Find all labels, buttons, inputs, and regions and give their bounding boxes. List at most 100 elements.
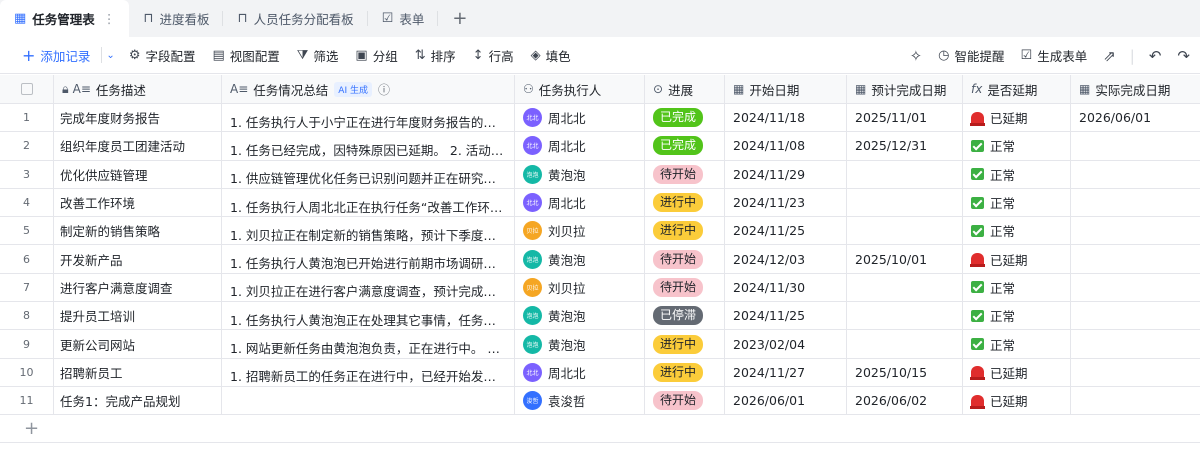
table-row[interactable]: 10 招聘新员工 1. 招聘新员工的任务正在进行中，已经开始发布... 北北 周北北 进行… — [0, 358, 1200, 387]
view-config-button[interactable]: ▤ 视图配置 — [212, 46, 279, 65]
actual-date-cell[interactable] — [1071, 387, 1200, 414]
delay-cell[interactable]: 正常 — [963, 160, 1071, 188]
group-button[interactable]: ▣ 分组 — [355, 46, 397, 65]
row-number[interactable]: 8 — [0, 302, 54, 330]
row-number[interactable]: 2 — [0, 132, 54, 160]
progress-cell[interactable]: 待开始 — [645, 273, 725, 302]
table-row[interactable]: 6 开发新产品 1. 任务执行人黄泡泡已开始进行前期市场调研和... 泡泡 黄泡泡 待开始… — [0, 245, 1200, 274]
task-desc-cell[interactable]: 进行客户满意度调查 — [54, 273, 222, 302]
actual-date-cell[interactable] — [1071, 302, 1200, 329]
assignee-cell[interactable]: 贝拉 刘贝拉 — [515, 273, 645, 302]
task-desc-cell[interactable]: 优化供应链管理 — [54, 160, 222, 188]
table-row[interactable]: 5 制定新的销售策略 1. 刘贝拉正在制定新的销售策略，预计下季度开始... 贝拉 刘贝… — [0, 217, 1200, 246]
chevron-down-icon[interactable]: ⌄ — [106, 50, 114, 61]
task-desc-cell[interactable]: 改善工作环境 — [54, 188, 222, 217]
task-desc-cell[interactable]: 任务1：完成产品规划 — [54, 386, 222, 415]
start-date-cell[interactable]: 2024/11/25 — [725, 302, 847, 330]
delay-cell[interactable]: 正常 — [963, 330, 1071, 358]
add-record-button[interactable]: + 添加记录 — [22, 46, 90, 65]
table-row[interactable]: 11 任务1：完成产品规划 浚哲 袁浚哲 待开始 2026/06/01 2026/06/02… — [0, 386, 1200, 416]
smart-alert-button[interactable]: ◷ 智能提醒 — [938, 46, 1004, 65]
row-number[interactable]: 5 — [0, 217, 54, 245]
table-row[interactable]: 2 组织年度员工团建活动 1. 任务已经完成，因特殊原因已延期。 2. 活动已...… — [0, 132, 1200, 161]
task-summary-cell[interactable]: 1. 任务执行人黄泡泡正在处理其它事情，任务已... — [222, 302, 515, 330]
column-header-task-desc[interactable]: 🔒︎ A≡ 任务描述 — [54, 75, 222, 103]
planned-date-cell[interactable]: 2025/10/01 — [847, 245, 963, 273]
task-desc-cell[interactable]: 制定新的销售策略 — [54, 217, 222, 245]
task-summary-cell[interactable] — [222, 386, 515, 415]
start-date-cell[interactable]: 2024/11/25 — [725, 217, 847, 245]
start-date-cell[interactable]: 2023/02/04 — [725, 330, 847, 358]
delay-cell[interactable]: 正常 — [963, 273, 1071, 302]
assignee-cell[interactable]: 泡泡 黄泡泡 — [515, 160, 645, 188]
row-number[interactable]: 7 — [0, 273, 54, 302]
column-header-task-summary[interactable]: A≡ 任务情况总结 AI 生成 ⓘ — [222, 75, 515, 103]
column-header-progress[interactable]: ⊙ 进展 — [645, 75, 725, 103]
row-number[interactable]: 4 — [0, 188, 54, 217]
progress-cell[interactable]: 待开始 — [645, 160, 725, 188]
tab-progress-board[interactable]: ⊓ 进度看板 — [129, 0, 224, 37]
more-vertical-icon[interactable]: ⋮ — [103, 11, 116, 26]
sort-button[interactable]: ⇅ 排序 — [415, 46, 456, 65]
task-summary-cell[interactable]: 1. 任务执行人周北北正在执行任务“改善工作环境... — [222, 188, 515, 217]
tab-form[interactable]: ☑ 表单 — [368, 0, 439, 37]
progress-cell[interactable]: 进行中 — [645, 330, 725, 358]
start-date-cell[interactable]: 2026/06/01 — [725, 386, 847, 415]
column-header-assignee[interactable]: ⚇ 任务执行人 — [515, 75, 645, 103]
table-row[interactable]: 4 改善工作环境 1. 任务执行人周北北正在执行任务“改善工作环境... 北北 周北北进… — [0, 188, 1200, 218]
tab-assignment-board[interactable]: ⊓ 人员任务分配看板 — [223, 0, 368, 37]
start-date-cell[interactable]: 2024/11/29 — [725, 160, 847, 188]
assignee-cell[interactable]: 泡泡 黄泡泡 — [515, 245, 645, 273]
task-desc-cell[interactable]: 更新公司网站 — [54, 330, 222, 358]
row-number[interactable]: 6 — [0, 245, 54, 273]
actual-date-cell[interactable]: 2026/06/01 — [1071, 104, 1200, 131]
field-config-button[interactable]: ⚙ 字段配置 — [129, 46, 196, 65]
actual-date-cell[interactable] — [1071, 161, 1200, 188]
assignee-cell[interactable]: 北北 周北北 — [515, 104, 645, 132]
assignee-cell[interactable]: 北北 周北北 — [515, 132, 645, 160]
task-desc-cell[interactable]: 完成年度财务报告 — [54, 104, 222, 132]
column-header-planned-date[interactable]: ▦ 预计完成日期 — [847, 75, 963, 103]
task-summary-cell[interactable]: 1. 任务执行人于小宁正在进行年度财务报告的制作... — [222, 104, 515, 132]
assignee-cell[interactable]: 泡泡 黄泡泡 — [515, 330, 645, 358]
delay-cell[interactable]: 已延期 — [963, 245, 1071, 273]
task-summary-cell[interactable]: 1. 刘贝拉正在进行客户满意度调查，预计完成日... — [222, 273, 515, 302]
sparkle-icon[interactable]: ✧ — [910, 47, 923, 65]
start-date-cell[interactable]: 2024/12/03 — [725, 245, 847, 273]
assignee-cell[interactable]: 泡泡 黄泡泡 — [515, 302, 645, 330]
column-header-is-delayed[interactable]: fx 是否延期 — [963, 75, 1071, 103]
planned-date-cell[interactable]: 2025/12/31 — [847, 132, 963, 160]
actual-date-cell[interactable] — [1071, 189, 1200, 216]
actual-date-cell[interactable] — [1071, 245, 1200, 272]
actual-date-cell[interactable] — [1071, 359, 1200, 386]
fill-color-button[interactable]: ◈ 填色 — [531, 46, 571, 65]
progress-cell[interactable]: 进行中 — [645, 188, 725, 217]
assignee-cell[interactable]: 浚哲 袁浚哲 — [515, 386, 645, 415]
task-summary-cell[interactable]: 1. 刘贝拉正在制定新的销售策略，预计下季度开始... — [222, 217, 515, 245]
progress-cell[interactable]: 已完成 — [645, 132, 725, 160]
task-summary-cell[interactable]: 1. 网站更新任务由黄泡泡负责，正在进行中。 2. ... — [222, 330, 515, 358]
planned-date-cell[interactable]: 2025/11/01 — [847, 104, 963, 132]
progress-cell[interactable]: 进行中 — [645, 217, 725, 245]
table-row[interactable]: 9 更新公司网站 1. 网站更新任务由黄泡泡负责，正在进行中。 2. ... 泡泡 黄泡… — [0, 330, 1200, 359]
planned-date-cell[interactable] — [847, 188, 963, 217]
planned-date-cell[interactable]: 2026/06/02 — [847, 386, 963, 415]
start-date-cell[interactable]: 2024/11/08 — [725, 132, 847, 160]
undo-icon[interactable]: ↶ — [1149, 47, 1162, 65]
actual-date-cell[interactable] — [1071, 330, 1200, 357]
task-desc-cell[interactable]: 组织年度员工团建活动 — [54, 132, 222, 160]
progress-cell[interactable]: 待开始 — [645, 386, 725, 415]
actual-date-cell[interactable] — [1071, 217, 1200, 244]
add-view-button[interactable]: + — [438, 0, 481, 37]
task-summary-cell[interactable]: 1. 供应链管理优化任务已识别问题并正在研究解决... — [222, 160, 515, 188]
task-summary-cell[interactable]: 1. 招聘新员工的任务正在进行中，已经开始发布... — [222, 358, 515, 386]
planned-date-cell[interactable] — [847, 273, 963, 302]
task-desc-cell[interactable]: 提升员工培训 — [54, 302, 222, 330]
delay-cell[interactable]: 已延期 — [963, 358, 1071, 386]
share-icon[interactable]: ⇗ — [1103, 47, 1116, 65]
assignee-cell[interactable]: 贝拉 刘贝拉 — [515, 217, 645, 245]
planned-date-cell[interactable] — [847, 217, 963, 245]
assignee-cell[interactable]: 北北 周北北 — [515, 188, 645, 217]
progress-cell[interactable]: 已停滞 — [645, 302, 725, 330]
actual-date-cell[interactable] — [1071, 132, 1200, 159]
